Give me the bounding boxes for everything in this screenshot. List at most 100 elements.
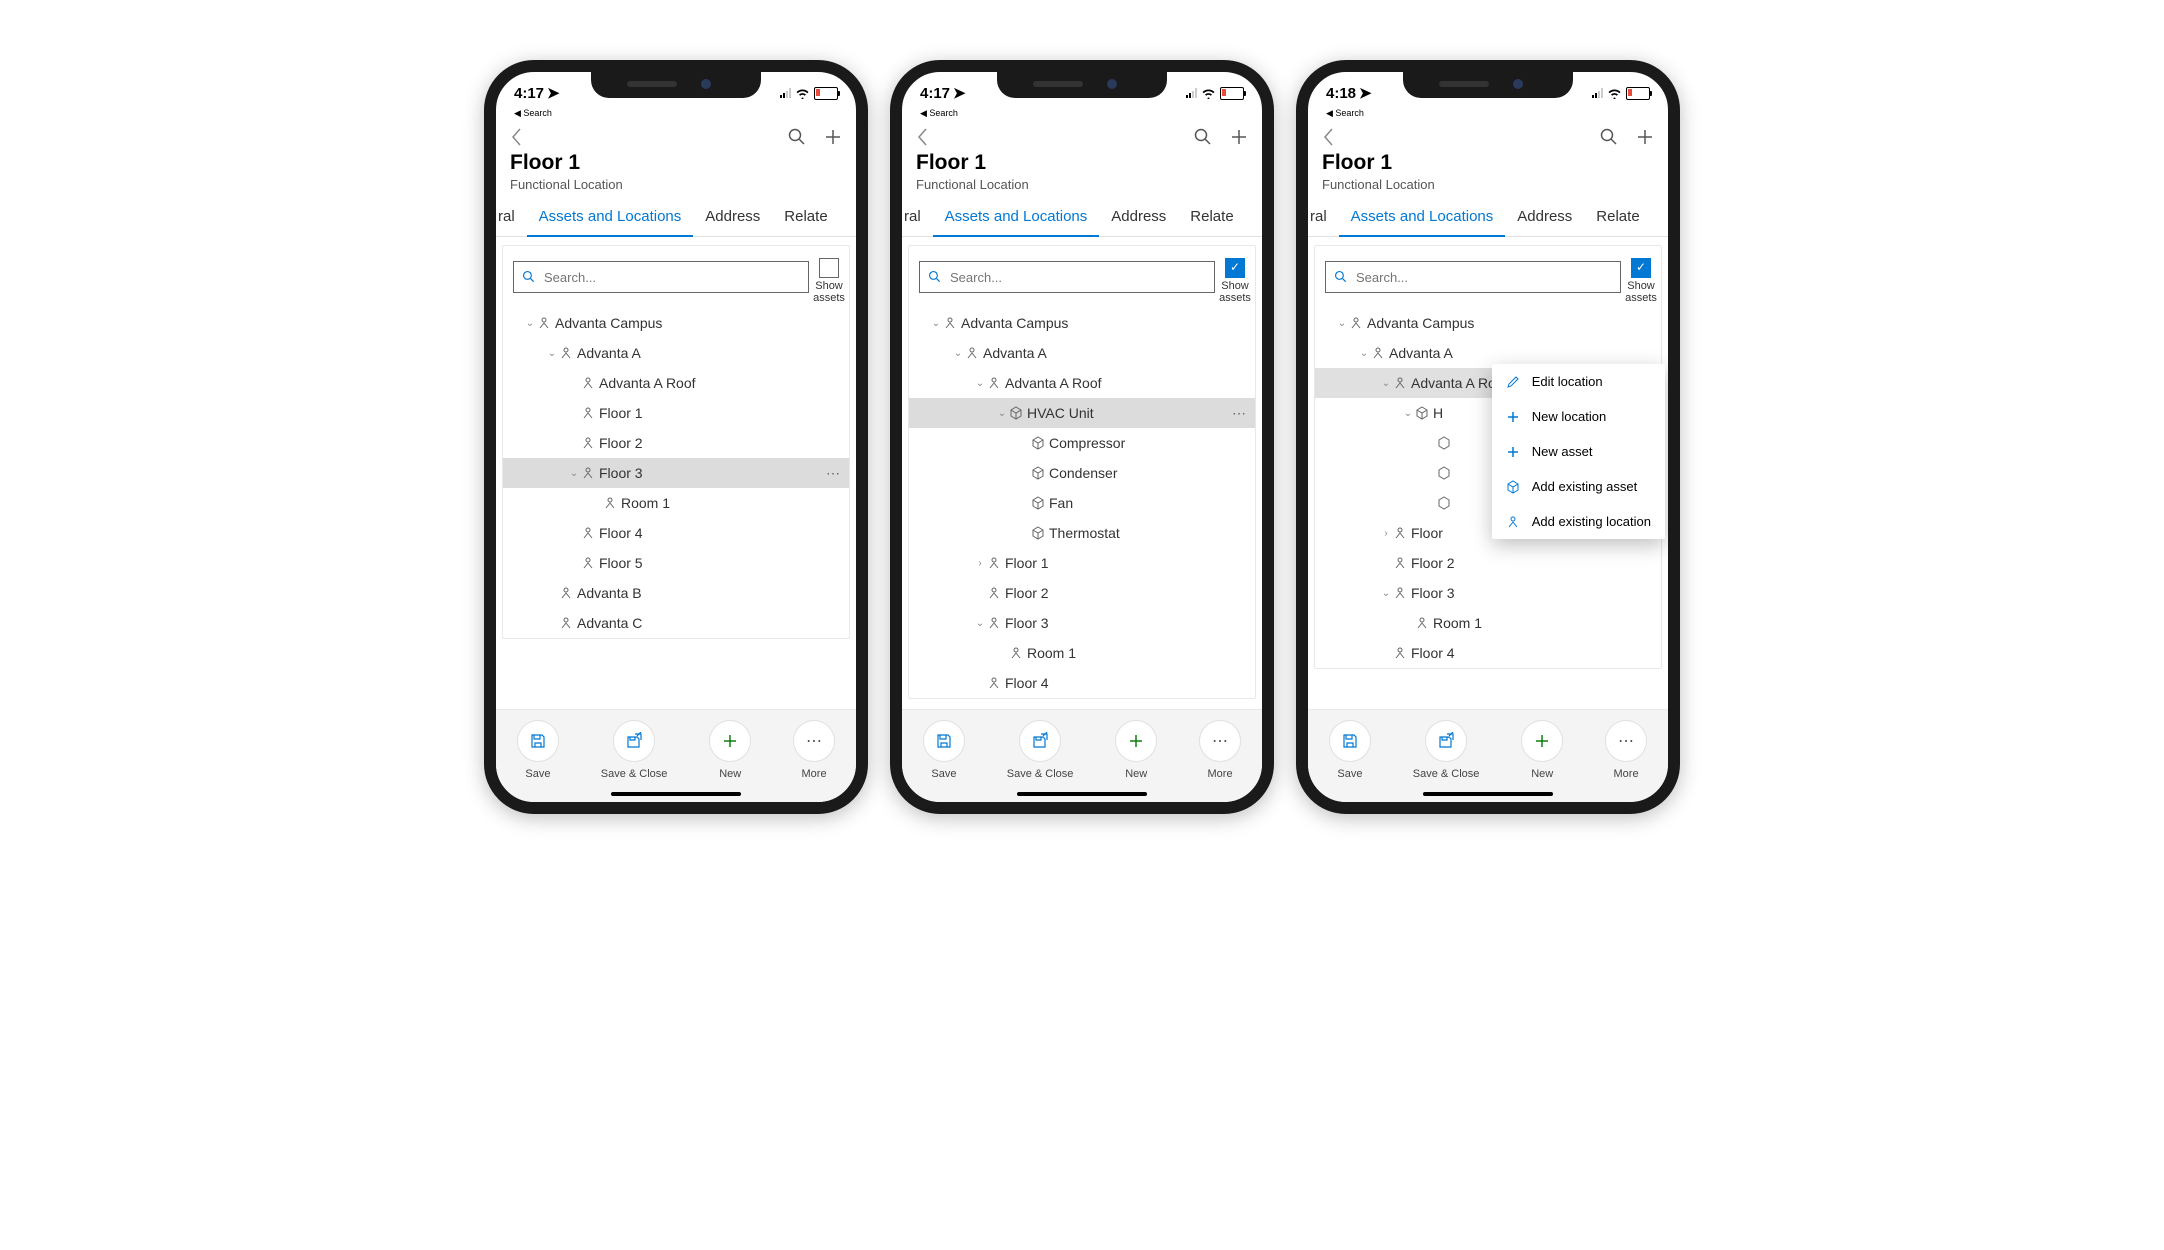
show-assets-toggle[interactable]: ✓ Showassets <box>1631 258 1651 296</box>
save-button[interactable]: Save <box>1329 720 1371 780</box>
tree-node[interactable]: Advanta C <box>503 608 849 638</box>
plus-icon[interactable] <box>824 128 842 146</box>
show-assets-toggle[interactable]: ✓ Showassets <box>1225 258 1245 296</box>
save-button[interactable]: Save <box>923 720 965 780</box>
menu-edit-location[interactable]: Edit location <box>1492 364 1665 399</box>
tree-node[interactable]: Thermostat <box>909 518 1255 548</box>
tab-assets-locations[interactable]: Assets and Locations <box>1339 198 1506 237</box>
tree-node[interactable]: Advanta A Roof <box>503 368 849 398</box>
tab-assets-locations[interactable]: Assets and Locations <box>933 198 1100 237</box>
save-close-button[interactable]: Save & Close <box>601 720 668 780</box>
tree-node-selected[interactable]: ⌄Floor 3⋯ <box>503 458 849 488</box>
save-button[interactable]: Save <box>517 720 559 780</box>
tree-node[interactable]: Floor 2 <box>1315 548 1661 578</box>
tree-node[interactable]: ⌄Floor 3 <box>909 608 1255 638</box>
tree-node-selected[interactable]: ⌄HVAC Unit⋯ <box>909 398 1255 428</box>
tree-node[interactable]: ⌄Advanta A <box>909 338 1255 368</box>
more-dots-icon: ⋯ <box>1199 720 1241 762</box>
tree-node[interactable]: Floor 4 <box>909 668 1255 698</box>
tree-node[interactable]: Floor 4 <box>1315 638 1661 668</box>
content-panel: ✓ Showassets ⌄Advanta Campus ⌄Advanta A … <box>1314 245 1662 669</box>
tree-node[interactable]: Compressor <box>909 428 1255 458</box>
tab-general[interactable]: ral <box>1308 198 1339 236</box>
tab-address[interactable]: Address <box>693 198 772 236</box>
save-close-button[interactable]: Save & Close <box>1007 720 1074 780</box>
plus-icon[interactable] <box>1230 128 1248 146</box>
signal-icon <box>1592 88 1603 98</box>
chevron-down-icon: ⌄ <box>1379 588 1393 599</box>
more-dots-icon[interactable]: ⋯ <box>826 465 841 482</box>
back-search-link[interactable]: ◀ Search <box>902 108 1262 119</box>
search-input[interactable] <box>948 269 1206 286</box>
menu-add-existing-location[interactable]: Add existing location <box>1492 504 1665 539</box>
back-search-link[interactable]: ◀ Search <box>1308 108 1668 119</box>
battery-icon <box>1626 87 1650 100</box>
tree-node[interactable]: ⌄Advanta Campus <box>909 308 1255 338</box>
new-button[interactable]: New <box>1521 720 1563 780</box>
status-time: 4:18 <box>1326 85 1356 102</box>
tab-general[interactable]: ral <box>496 198 527 236</box>
plus-icon[interactable] <box>1636 128 1654 146</box>
tab-related[interactable]: Relate <box>1584 198 1651 236</box>
tree-node[interactable]: Room 1 <box>1315 608 1661 638</box>
tab-general[interactable]: ral <box>902 198 933 236</box>
back-search-link[interactable]: ◀ Search <box>496 108 856 119</box>
new-button[interactable]: New <box>709 720 751 780</box>
tree-node[interactable]: Floor 5 <box>503 548 849 578</box>
tree-node[interactable]: Floor 2 <box>503 428 849 458</box>
tree-node[interactable]: ⌄Advanta Campus <box>1315 308 1661 338</box>
tree-node[interactable]: Floor 2 <box>909 578 1255 608</box>
tree-node[interactable]: ⌄Advanta A <box>503 338 849 368</box>
location-icon <box>1371 346 1389 360</box>
search-icon[interactable] <box>788 128 806 146</box>
tab-assets-locations[interactable]: Assets and Locations <box>527 198 694 237</box>
tabs: ral Assets and Locations Address Relate <box>496 198 856 237</box>
menu-new-asset[interactable]: New asset <box>1492 434 1665 469</box>
location-icon <box>987 616 1005 630</box>
search-input[interactable] <box>542 269 800 286</box>
tab-related[interactable]: Relate <box>772 198 839 236</box>
tree-node[interactable]: Floor 1 <box>503 398 849 428</box>
search-box[interactable] <box>513 261 809 293</box>
bottom-action-bar: Save Save & Close New ⋯More <box>496 709 856 802</box>
back-chevron-icon[interactable] <box>1322 127 1334 147</box>
search-box[interactable] <box>1325 261 1621 293</box>
more-button[interactable]: ⋯More <box>1605 720 1647 780</box>
menu-new-location[interactable]: New location <box>1492 399 1665 434</box>
more-button[interactable]: ⋯More <box>793 720 835 780</box>
show-assets-toggle[interactable]: Showassets <box>819 258 839 296</box>
phone-1: 4:17➤ ◀ Search Floor 1 Functional Locati… <box>484 60 868 814</box>
back-chevron-icon[interactable] <box>510 127 522 147</box>
tree-node[interactable]: Fan <box>909 488 1255 518</box>
tab-address[interactable]: Address <box>1099 198 1178 236</box>
tree-node[interactable]: Floor 4 <box>503 518 849 548</box>
tree-node[interactable]: Advanta B <box>503 578 849 608</box>
phone-3: 4:18➤ ◀ Search Floor 1Functional Locatio… <box>1296 60 1680 814</box>
tree-node[interactable]: ⌄Advanta A Roof <box>909 368 1255 398</box>
search-box[interactable] <box>919 261 1215 293</box>
tree-node[interactable]: ›Floor 1 <box>909 548 1255 578</box>
page-subtitle: Functional Location <box>916 177 1248 192</box>
search-icon[interactable] <box>1600 128 1618 146</box>
more-dots-icon[interactable]: ⋯ <box>1232 405 1247 422</box>
tree-node[interactable]: ⌄Floor 3 <box>1315 578 1661 608</box>
tree-node[interactable]: Room 1 <box>503 488 849 518</box>
search-input[interactable] <box>1354 269 1612 286</box>
location-icon <box>559 616 577 630</box>
save-close-button[interactable]: Save & Close <box>1413 720 1480 780</box>
battery-icon <box>814 87 838 100</box>
asset-cube-icon <box>1009 406 1027 420</box>
more-button[interactable]: ⋯More <box>1199 720 1241 780</box>
tree-node[interactable]: Condenser <box>909 458 1255 488</box>
tree-node[interactable]: ⌄Advanta Campus <box>503 308 849 338</box>
search-icon[interactable] <box>1194 128 1212 146</box>
tab-related[interactable]: Relate <box>1178 198 1245 236</box>
phone-notch <box>1403 70 1573 98</box>
tab-address[interactable]: Address <box>1505 198 1584 236</box>
tree-node[interactable]: Room 1 <box>909 638 1255 668</box>
battery-icon <box>1220 87 1244 100</box>
back-chevron-icon[interactable] <box>916 127 928 147</box>
menu-add-existing-asset[interactable]: Add existing asset <box>1492 469 1665 504</box>
new-button[interactable]: New <box>1115 720 1157 780</box>
more-dots-icon: ⋯ <box>793 720 835 762</box>
